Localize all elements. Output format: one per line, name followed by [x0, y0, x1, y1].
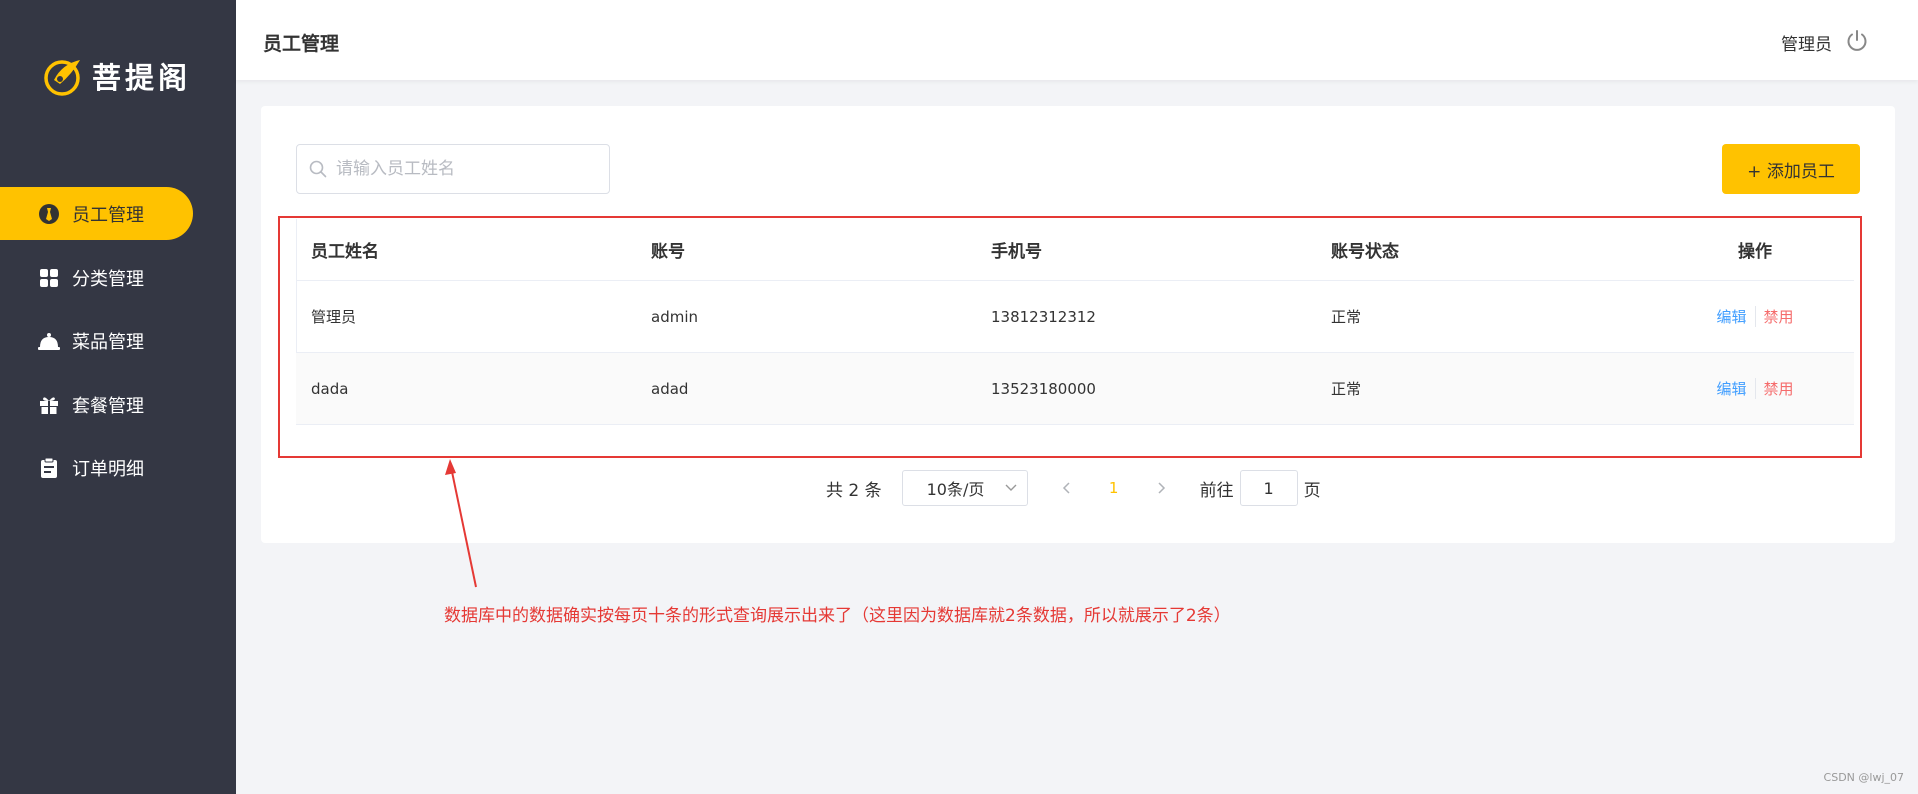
header: 员工管理 管理员: [236, 0, 1918, 80]
annotation-highlight-box: [278, 216, 1862, 458]
sidebar-item-label: 订单明细: [72, 458, 144, 480]
pagination: 共 2 条 10条/页 1 前往 页: [826, 470, 1321, 506]
search-box: [296, 144, 610, 194]
add-employee-button[interactable]: + 添加员工: [1722, 144, 1860, 194]
sidebar-item-label: 员工管理: [72, 204, 144, 226]
grid-icon: [38, 267, 60, 289]
sidebar: 菩提阁 员工管理 分类管理 菜品管理 套餐管理 订单明细: [0, 0, 236, 794]
goto-suffix: 页: [1303, 480, 1321, 501]
page-size-value: 10条/页: [926, 480, 985, 499]
page-size-select[interactable]: 10条/页: [901, 470, 1028, 506]
prev-page-button[interactable]: [1052, 474, 1080, 502]
sidebar-item-order[interactable]: 订单明细: [0, 441, 193, 494]
sidebar-item-employee[interactable]: 员工管理: [0, 187, 193, 240]
goto-page-input[interactable]: [1239, 470, 1298, 506]
next-page-button[interactable]: [1148, 474, 1176, 502]
chevron-left-icon: [1062, 482, 1070, 494]
sidebar-item-category[interactable]: 分类管理: [0, 251, 193, 304]
employee-icon: [38, 203, 60, 225]
sidebar-item-setmeal[interactable]: 套餐管理: [0, 378, 193, 431]
search-input[interactable]: [336, 159, 596, 179]
power-icon[interactable]: [1845, 29, 1869, 53]
sidebar-item-label: 套餐管理: [72, 395, 144, 417]
gift-icon: [38, 394, 60, 416]
clipboard-icon: [38, 457, 60, 479]
page-title: 员工管理: [263, 33, 340, 55]
chevron-down-icon: [1005, 484, 1017, 491]
sidebar-item-label: 分类管理: [72, 268, 144, 290]
annotation-arrow-icon: [445, 459, 477, 588]
current-user: 管理员: [1781, 35, 1832, 55]
logo-icon: [44, 60, 80, 96]
pagination-total: 共 2 条: [826, 480, 882, 501]
annotation-text: 数据库中的数据确实按每页十条的形式查询展示出来了（这里因为数据库就2条数据，所以…: [444, 606, 1231, 626]
watermark: CSDN @lwj_07: [1823, 771, 1904, 784]
logo-text: 菩提阁: [92, 61, 192, 95]
sidebar-item-label: 菜品管理: [72, 331, 144, 353]
page-number-active[interactable]: 1: [1080, 479, 1148, 497]
chevron-right-icon: [1158, 482, 1165, 494]
dish-cover-icon: [38, 330, 60, 352]
goto-label: 前往: [1199, 480, 1234, 501]
logo: 菩提阁: [42, 54, 191, 98]
sidebar-item-dish[interactable]: 菜品管理: [0, 314, 193, 367]
search-icon: [309, 160, 327, 178]
